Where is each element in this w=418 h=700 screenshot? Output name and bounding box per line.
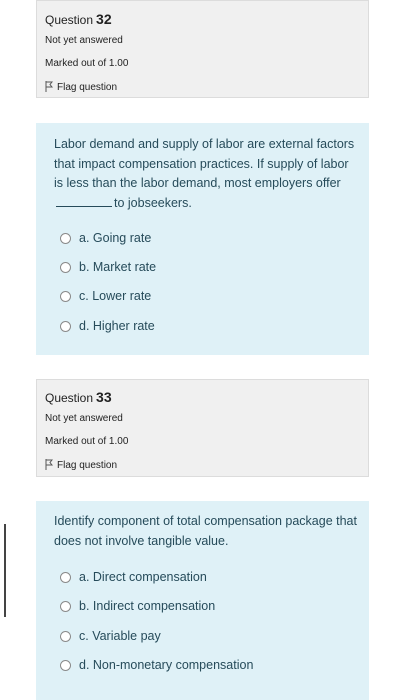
option-label: b. Indirect compensation — [79, 599, 216, 613]
option-b[interactable]: b. Market rate — [60, 260, 156, 274]
flag-icon — [45, 459, 54, 470]
option-label: d. Higher rate — [79, 319, 155, 333]
radio-button[interactable] — [60, 320, 71, 332]
question-label: Question — [45, 13, 94, 27]
radio-button[interactable] — [60, 571, 71, 583]
question-33-heading: Question 33 — [45, 389, 112, 405]
option-b[interactable]: b. Indirect compensation — [60, 599, 215, 613]
question-33-content: Identify component of total compensation… — [36, 501, 369, 700]
question-marks: Marked out of 1.00 — [45, 58, 129, 69]
option-a[interactable]: a. Going rate — [60, 231, 151, 245]
question-marks: Marked out of 1.00 — [45, 436, 129, 447]
question-text-before: Labor demand and supply of labor are ext… — [54, 137, 355, 190]
option-label: a. Direct compensation — [79, 570, 207, 584]
option-d[interactable]: d. Non-monetary compensation — [60, 658, 253, 672]
scrollbar[interactable] — [4, 524, 6, 617]
flag-question-link[interactable]: Flag question — [45, 81, 117, 93]
question-text-after: to jobseekers. — [114, 195, 192, 210]
option-label: a. Going rate — [79, 231, 152, 245]
question-32-heading: Question 32 — [45, 11, 112, 27]
question-status: Not yet answered — [45, 35, 123, 46]
option-label: c. Variable pay — [79, 629, 161, 643]
radio-button[interactable] — [60, 261, 71, 273]
option-c[interactable]: c. Variable pay — [60, 629, 161, 643]
option-c[interactable]: c. Lower rate — [60, 289, 151, 303]
flag-question-link[interactable]: Flag question — [45, 459, 117, 471]
option-label: d. Non-monetary compensation — [79, 658, 254, 672]
radio-button[interactable] — [60, 630, 71, 642]
radio-button[interactable] — [60, 290, 71, 302]
question-32-content: Labor demand and supply of labor are ext… — [36, 123, 369, 355]
flag-icon — [45, 81, 54, 92]
question-label: Question — [45, 391, 94, 405]
option-a[interactable]: a. Direct compensation — [60, 570, 207, 584]
question-text: Identify component of total compensation… — [54, 514, 357, 548]
fill-blank — [56, 194, 112, 207]
question-text: Labor demand and supply of labor are ext… — [54, 135, 359, 213]
flag-label: Flag question — [57, 460, 118, 471]
radio-button[interactable] — [60, 659, 71, 671]
radio-button[interactable] — [60, 232, 71, 244]
option-label: b. Market rate — [79, 260, 157, 274]
question-number: 33 — [96, 389, 112, 405]
question-status: Not yet answered — [45, 413, 123, 424]
radio-button[interactable] — [60, 600, 71, 612]
question-32-info: Question 32 Not yet answered Marked out o… — [36, 0, 369, 98]
flag-label: Flag question — [57, 82, 118, 93]
option-label: c. Lower rate — [79, 289, 152, 303]
question-number: 32 — [96, 11, 112, 27]
question-33-info: Question 33 Not yet answered Marked out o… — [36, 379, 369, 477]
option-d[interactable]: d. Higher rate — [60, 319, 155, 333]
